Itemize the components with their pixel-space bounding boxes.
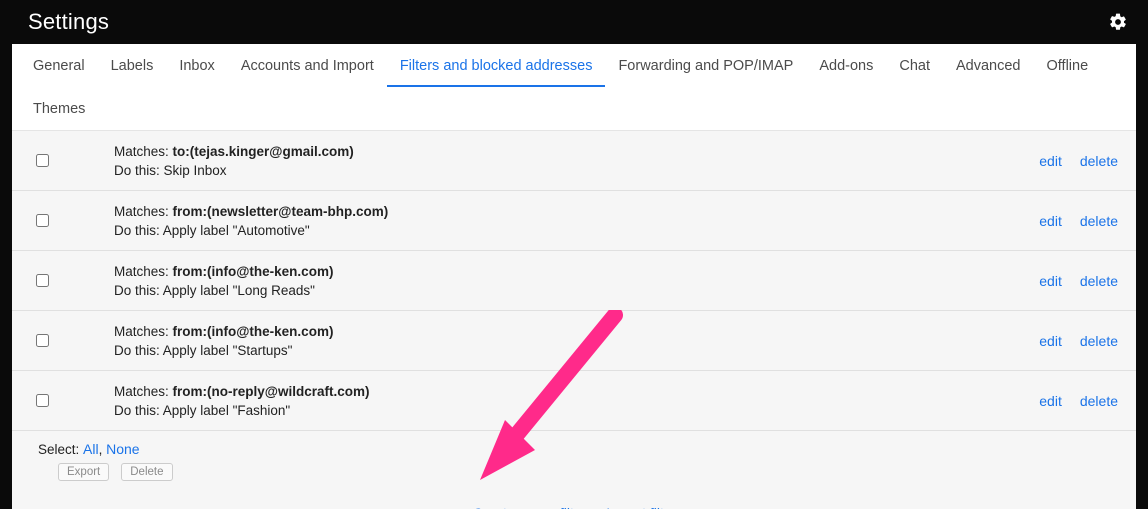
filter-action: Do this: Skip Inbox (114, 163, 1027, 178)
edit-link[interactable]: edit (1039, 333, 1062, 349)
filter-text: Matches: to:(tejas.kinger@gmail.com) Do t… (74, 144, 1027, 178)
filter-matches: Matches: from:(info@the-ken.com) (114, 264, 1027, 279)
filter-criteria: to:(tejas.kinger@gmail.com) (173, 144, 354, 159)
filter-matches: Matches: from:(no-reply@wildcraft.com) (114, 384, 1027, 399)
settings-panel: General Labels Inbox Accounts and Import… (12, 44, 1136, 509)
filters-list: Matches: to:(tejas.kinger@gmail.com) Do t… (12, 130, 1136, 509)
delete-link[interactable]: delete (1080, 393, 1118, 409)
tab-filters[interactable]: Filters and blocked addresses (387, 44, 606, 87)
tabs: General Labels Inbox Accounts and Import… (12, 44, 1136, 130)
filter-actions: edit delete (1039, 393, 1118, 409)
filter-checkbox[interactable] (36, 274, 49, 287)
gear-icon[interactable] (1108, 12, 1128, 32)
tab-labels[interactable]: Labels (98, 44, 167, 87)
matches-prefix: Matches: (114, 324, 173, 339)
filter-criteria: from:(newsletter@team-bhp.com) (173, 204, 389, 219)
select-all-link[interactable]: All (83, 441, 99, 457)
comma: , (99, 442, 107, 457)
tab-offline[interactable]: Offline (1034, 44, 1102, 87)
filter-checkbox-cell (22, 394, 62, 407)
filter-actions: edit delete (1039, 333, 1118, 349)
tab-general[interactable]: General (20, 44, 98, 87)
bulk-buttons: Export Delete (58, 463, 1118, 481)
filter-text: Matches: from:(info@the-ken.com) Do this:… (74, 324, 1027, 358)
filter-row: Matches: from:(info@the-ken.com) Do this:… (12, 251, 1136, 311)
matches-prefix: Matches: (114, 204, 173, 219)
filter-action: Do this: Apply label "Long Reads" (114, 283, 1027, 298)
filter-checkbox[interactable] (36, 154, 49, 167)
page-title: Settings (28, 9, 109, 35)
header: Settings (0, 0, 1148, 44)
filter-criteria: from:(no-reply@wildcraft.com) (173, 384, 370, 399)
matches-prefix: Matches: (114, 384, 173, 399)
filter-checkbox-cell (22, 274, 62, 287)
filter-action: Do this: Apply label "Fashion" (114, 403, 1027, 418)
edit-link[interactable]: edit (1039, 393, 1062, 409)
filter-matches: Matches: from:(info@the-ken.com) (114, 324, 1027, 339)
export-button[interactable]: Export (58, 463, 109, 481)
delete-link[interactable]: delete (1080, 213, 1118, 229)
create-row: Create a new filter Import filters (38, 481, 1118, 509)
matches-prefix: Matches: (114, 264, 173, 279)
import-filters-link[interactable]: Import filters (606, 505, 683, 509)
create-filter-link[interactable]: Create a new filter (473, 505, 587, 509)
edit-link[interactable]: edit (1039, 153, 1062, 169)
tab-addons[interactable]: Add-ons (806, 44, 886, 87)
tab-forwarding[interactable]: Forwarding and POP/IMAP (605, 44, 806, 87)
filter-checkbox-cell (22, 214, 62, 227)
filter-actions: edit delete (1039, 273, 1118, 289)
select-none-link[interactable]: None (106, 441, 139, 457)
filter-checkbox[interactable] (36, 334, 49, 347)
filter-action: Do this: Apply label "Startups" (114, 343, 1027, 358)
filter-row: Matches: to:(tejas.kinger@gmail.com) Do t… (12, 131, 1136, 191)
tab-inbox[interactable]: Inbox (166, 44, 227, 87)
delete-link[interactable]: delete (1080, 333, 1118, 349)
filter-matches: Matches: from:(newsletter@team-bhp.com) (114, 204, 1027, 219)
filter-row: Matches: from:(info@the-ken.com) Do this:… (12, 311, 1136, 371)
edit-link[interactable]: edit (1039, 273, 1062, 289)
filter-row: Matches: from:(no-reply@wildcraft.com) Do… (12, 371, 1136, 431)
delete-link[interactable]: delete (1080, 273, 1118, 289)
select-label: Select: (38, 442, 83, 457)
filter-criteria: from:(info@the-ken.com) (173, 264, 334, 279)
edit-link[interactable]: edit (1039, 213, 1062, 229)
filter-matches: Matches: to:(tejas.kinger@gmail.com) (114, 144, 1027, 159)
select-row: Select: All, None (38, 441, 1118, 457)
tab-accounts[interactable]: Accounts and Import (228, 44, 387, 87)
filter-actions: edit delete (1039, 213, 1118, 229)
filter-text: Matches: from:(info@the-ken.com) Do this:… (74, 264, 1027, 298)
delete-link[interactable]: delete (1080, 153, 1118, 169)
tab-chat[interactable]: Chat (886, 44, 943, 87)
tab-advanced[interactable]: Advanced (943, 44, 1034, 87)
filter-criteria: from:(info@the-ken.com) (173, 324, 334, 339)
filter-text: Matches: from:(no-reply@wildcraft.com) Do… (74, 384, 1027, 418)
filter-text: Matches: from:(newsletter@team-bhp.com) D… (74, 204, 1027, 238)
filter-checkbox-cell (22, 334, 62, 347)
filter-actions: edit delete (1039, 153, 1118, 169)
delete-button[interactable]: Delete (121, 463, 172, 481)
filter-checkbox-cell (22, 154, 62, 167)
filter-action: Do this: Apply label "Automotive" (114, 223, 1027, 238)
matches-prefix: Matches: (114, 144, 173, 159)
filter-checkbox[interactable] (36, 214, 49, 227)
filter-row: Matches: from:(newsletter@team-bhp.com) D… (12, 191, 1136, 251)
filter-checkbox[interactable] (36, 394, 49, 407)
tab-themes[interactable]: Themes (20, 87, 98, 130)
filters-footer: Select: All, None Export Delete Create a… (12, 431, 1136, 509)
